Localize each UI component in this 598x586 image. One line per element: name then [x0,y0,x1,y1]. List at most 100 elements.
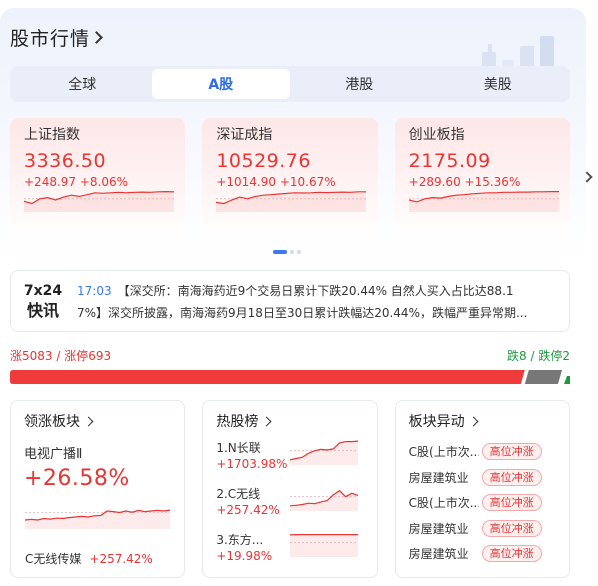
sector-move-name: C股(上市次... [408,496,479,511]
chevron-right-icon [90,30,103,44]
hot-stock-pct: +19.98% [216,549,273,563]
panel-title-text: 板块异动 [408,414,465,430]
sector-move-name: 房屋建筑业 [408,521,469,536]
news-ticker[interactable]: 7x24 快讯 17:03 【深交所：南海海药近9个交易日累计下跌20.44% 自… [10,270,570,332]
carousel-dot[interactable] [290,250,294,254]
index-cards: 上证指数 3336.50 +248.97 +8.06% 深证成指 10529.7… [10,118,570,238]
chevron-right-icon [581,171,593,183]
index-card-shenzhen[interactable]: 深证成指 10529.76 +1014.90 +10.67% [202,118,378,238]
news-time: 17:03 [77,284,112,298]
lead-stock[interactable]: C无线传媒 +257.42% [25,550,153,567]
index-change-pct: +15.36% [464,175,521,189]
index-card-shanghai[interactable]: 上证指数 3336.50 +248.97 +8.06% [10,118,186,238]
fall-count: 跌8 / 跌停2 [507,349,570,363]
sector-move-name: C股(上市次... [408,445,479,460]
index-value: 2175.09 [408,150,491,172]
panel-title[interactable]: 热股榜 [216,411,363,431]
chevron-right-icon [83,416,94,426]
carousel-indicator [273,250,301,254]
index-change-points: +1014.90 [216,175,277,189]
hot-stock-pct: +257.42% [216,503,280,517]
index-name: 深证成指 [216,127,273,143]
chevron-right-icon [468,416,479,426]
sector-move-name: 房屋建筑业 [408,547,469,562]
sector-move-row[interactable]: 房屋建筑业 高位冲涨 [409,465,556,491]
hot-stock-row[interactable]: 2.C无线 +257.42% [216,483,363,529]
panel-title-text: 热股榜 [216,414,259,430]
news-line1: 【深交所：南海海药近9个交易日累计下跌20.44% 自然人买入占比达88.1 [117,284,514,298]
news-badge: 7x24 快讯 [23,281,63,321]
index-change: +289.60 +15.36% [409,175,556,189]
tab-global[interactable]: 全球 [13,69,152,99]
tab-us[interactable]: 美股 [429,69,568,99]
rise-segment [10,370,525,384]
carousel-next-button[interactable] [581,170,598,184]
index-change-pct: +8.06% [79,175,129,189]
hot-stock-sparkline [290,534,359,557]
tab-hk[interactable]: 港股 [290,69,429,99]
rise-fall-stats: 涨5083 / 涨停693 跌8 / 跌停2 [10,347,570,363]
sector-move-list: C股(上市次... 高位冲涨 房屋建筑业 高位冲涨 C股(上市次... 高位冲涨 房屋… [409,439,556,567]
page-title: 股市行情 [10,27,91,50]
index-change: +1014.90 +10.67% [216,175,363,189]
bottom-panels: 领涨板块 电视广播Ⅱ +26.58% C无线传媒 +257.42% 热股榜 1.N… [10,400,570,578]
index-value: 10529.76 [216,150,311,172]
index-value: 3336.50 [24,150,107,172]
lead-stock-pct: +257.42% [89,552,153,566]
lead-sector-panel[interactable]: 领涨板块 电视广播Ⅱ +26.58% C无线传媒 +257.42% [10,400,186,578]
hot-stock-sparkline [290,440,359,465]
sector-move-tag: 高位冲涨 [481,519,542,537]
tab-a-share[interactable]: A股 [151,69,290,99]
sector-move-tag: 高位冲涨 [481,468,542,486]
sparkline-area [216,191,367,212]
rise-fall-bar [10,370,570,384]
hot-stock-name: 1.N长联 [216,441,261,455]
index-name: 上证指数 [24,127,80,143]
hot-stock-sparkline [290,489,359,511]
section-header[interactable]: 股市行情 [10,24,103,50]
sector-move-name: 房屋建筑业 [408,470,469,485]
index-name: 创业板指 [408,127,465,143]
index-change-points: +289.60 [408,175,461,189]
sparkline-area [290,441,359,465]
panel-title-text: 领涨板块 [24,414,80,430]
news-line2: 7%】深交所披露，南海海药9月18日至30日累计跌幅达20.44%，跌幅严重异常… [77,306,528,320]
index-sparkline [24,190,174,212]
sector-move-row[interactable]: 房屋建筑业 高位冲涨 [409,516,556,542]
index-card-chinext[interactable]: 创业板指 2175.09 +289.60 +15.36% [394,118,570,238]
sector-pct: +26.58% [24,466,130,491]
limit-down-segment [564,376,570,384]
hot-stocks-panel[interactable]: 热股榜 1.N长联 +1703.98% 2.C无线 +257.42% 3.东方.… [202,400,378,578]
sector-move-row[interactable]: 房屋建筑业 高位冲涨 [409,541,556,567]
index-sparkline [408,191,559,212]
sector-move-row[interactable]: C股(上市次... 高位冲涨 [409,490,556,516]
fall-segment [524,370,562,384]
sector-sparkline [25,509,170,529]
rise-count: 涨5083 / 涨停693 [10,349,112,363]
sector-moves-panel[interactable]: 板块异动 C股(上市次... 高位冲涨 房屋建筑业 高位冲涨 C股(上市次... 高位… [394,400,570,578]
hot-stock-name: 3.东方... [216,533,264,547]
hot-stock-pct: +1703.98% [216,457,288,471]
news-badge-line1: 7x24 [23,283,63,299]
news-badge-line2: 快讯 [26,301,59,320]
carousel-dot[interactable] [273,250,287,254]
sparkline-area [24,191,174,212]
panel-title[interactable]: 板块异动 [409,411,556,431]
sector-name: 电视广播Ⅱ [24,447,83,462]
chevron-right-icon [261,416,272,426]
sparkline-area [25,510,170,529]
index-change: +248.97 +8.06% [24,175,171,189]
hot-stock-name: 2.C无线 [216,487,261,501]
sector-move-row[interactable]: C股(上市次... 高位冲涨 [409,439,556,465]
carousel-dot[interactable] [297,250,301,254]
hot-stock-row[interactable]: 3.东方... +19.98% [216,529,363,575]
hot-list: 1.N长联 +1703.98% 2.C无线 +257.42% 3.东方... +… [216,437,363,575]
sparkline-area [408,191,559,212]
lead-stock-name: C无线传媒 [25,552,82,566]
index-sparkline [216,191,367,212]
sector-move-tag: 高位冲涨 [481,494,542,512]
panel-title[interactable]: 领涨板块 [24,411,171,431]
news-text: 17:03 【深交所：南海海药近9个交易日累计下跌20.44% 自然人买入占比达8… [77,280,559,324]
hot-stock-row[interactable]: 1.N长联 +1703.98% [216,437,363,483]
index-change-points: +248.97 [24,175,77,189]
